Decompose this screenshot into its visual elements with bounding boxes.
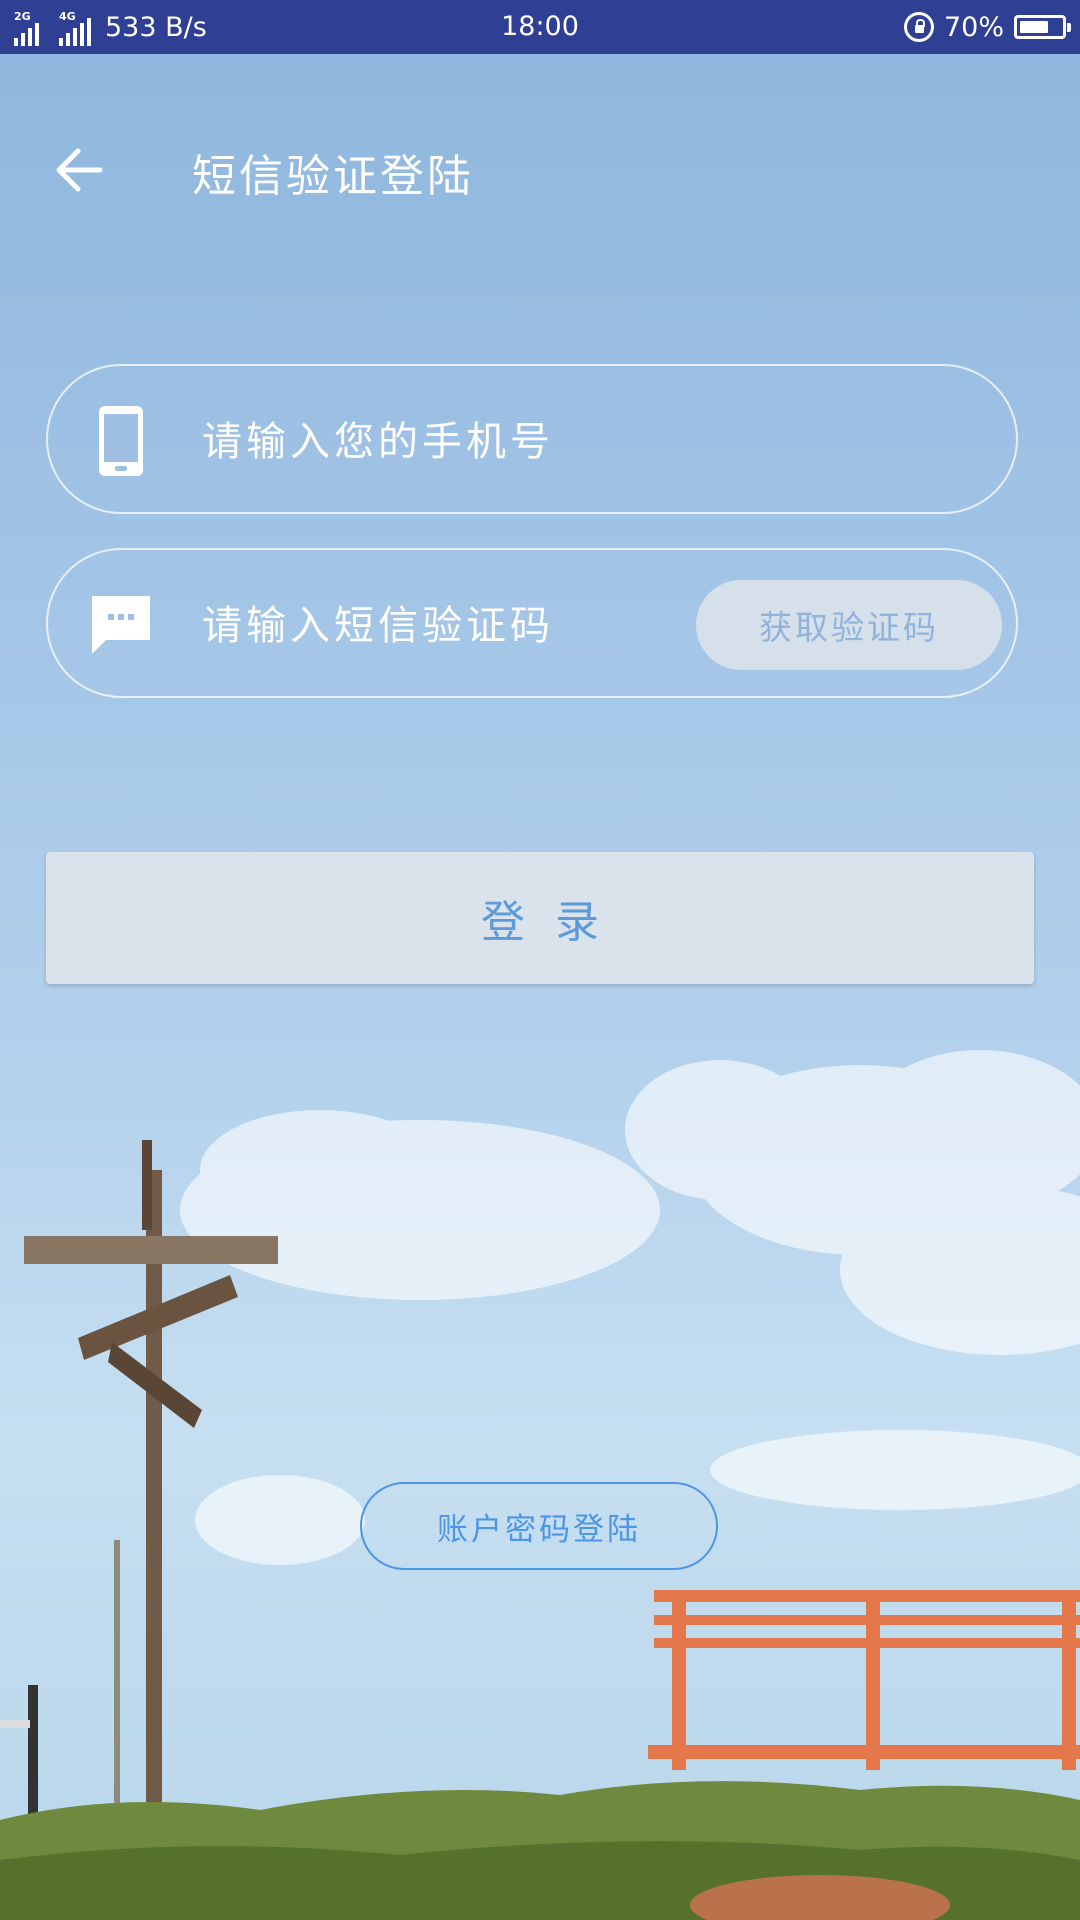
bench-icon bbox=[648, 1590, 1080, 1770]
background-scenery bbox=[0, 1050, 1080, 1920]
account-password-login-button[interactable]: 账户密码登陆 bbox=[360, 1482, 718, 1570]
rotation-lock-icon bbox=[903, 12, 934, 42]
page-title: 短信验证登陆 bbox=[192, 151, 474, 202]
mobile-phone-icon bbox=[99, 406, 143, 476]
status-bar-right: 70% bbox=[903, 0, 1071, 54]
sms-code-field: 获取验证码 bbox=[46, 548, 1018, 698]
phone-field bbox=[46, 364, 1018, 514]
message-bubble-icon bbox=[92, 596, 150, 654]
arrow-left-icon bbox=[56, 148, 103, 192]
status-bar: 2G 4G 533 B/s 18:00 70% bbox=[0, 0, 1080, 54]
phone-input[interactable] bbox=[200, 406, 964, 478]
login-button[interactable]: 登录 bbox=[46, 852, 1034, 984]
battery-percent: 70% bbox=[943, 11, 1004, 43]
back-button[interactable] bbox=[50, 140, 110, 200]
battery-level bbox=[1020, 21, 1048, 33]
pole-icon bbox=[0, 1540, 120, 1840]
sms-code-input[interactable] bbox=[200, 590, 684, 662]
get-code-button[interactable]: 获取验证码 bbox=[696, 580, 1002, 670]
battery-icon bbox=[1014, 15, 1071, 39]
